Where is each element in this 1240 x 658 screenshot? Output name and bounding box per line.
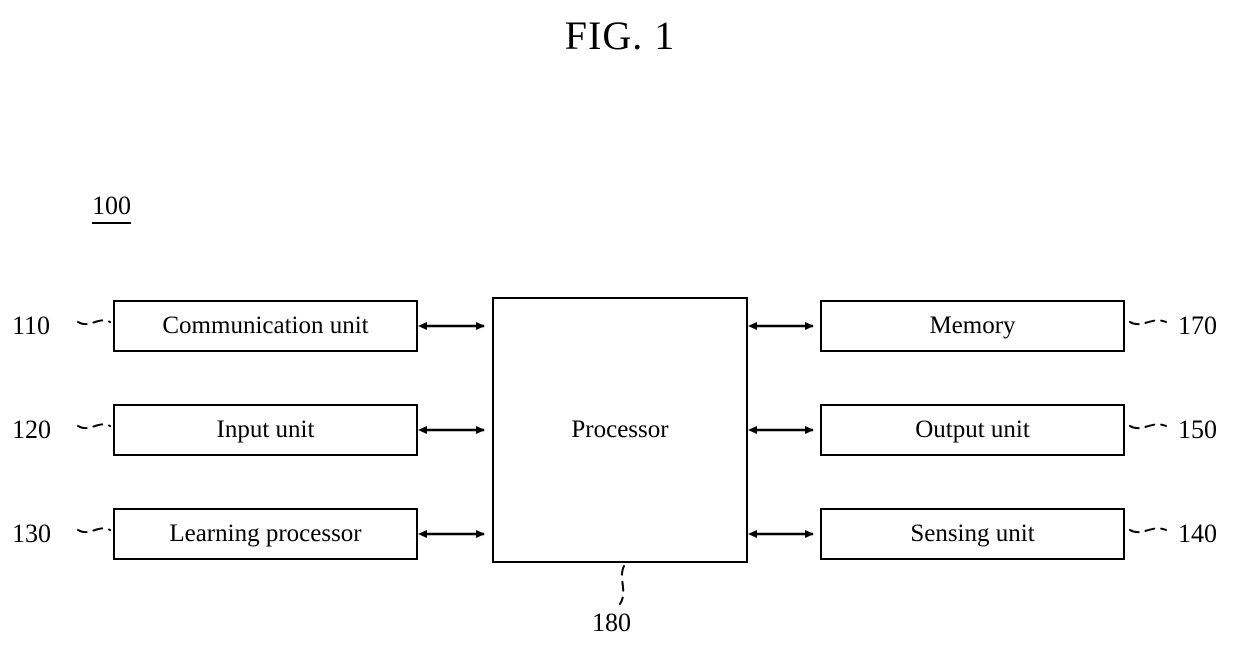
figure-title: FIG. 1: [564, 13, 676, 58]
block-processor: Processor: [492, 297, 748, 563]
reference-numeral-120: 120: [12, 415, 51, 444]
reference-numeral-150: 150: [1178, 415, 1217, 444]
block-label-sensing-unit: Sensing unit: [910, 520, 1035, 547]
reference-numeral-170: 170: [1178, 311, 1217, 340]
leader-line-170: [1129, 319, 1167, 326]
block-label-memory: Memory: [929, 312, 1016, 339]
block-learning-processor: Learning processor: [113, 508, 418, 560]
block-label-input-unit: Input unit: [216, 416, 315, 443]
block-communication-unit: Communication unit: [113, 300, 418, 352]
reference-numeral-180: 180: [592, 608, 631, 637]
block-label-learning-processor: Learning processor: [169, 520, 362, 547]
leader-line-140: [1129, 527, 1167, 534]
leader-line-180: [619, 565, 625, 605]
reference-numeral-110: 110: [12, 311, 51, 340]
reference-numeral-130: 130: [12, 519, 51, 548]
block-input-unit: Input unit: [113, 404, 418, 456]
reference-numeral-140: 140: [1178, 519, 1217, 548]
system-reference-label: 100: [92, 191, 131, 224]
leader-line-110: [77, 319, 111, 326]
block-sensing-unit: Sensing unit: [820, 508, 1125, 560]
block-output-unit: Output unit: [820, 404, 1125, 456]
leader-line-130: [77, 527, 111, 534]
block-label-output-unit: Output unit: [915, 416, 1030, 443]
block-memory: Memory: [820, 300, 1125, 352]
block-label-processor: Processor: [571, 416, 669, 443]
block-label-communication-unit: Communication unit: [162, 312, 369, 339]
leader-line-120: [77, 423, 111, 430]
patent-figure: FIG. 1 100 Communication unit Input unit…: [0, 0, 1240, 658]
leader-line-150: [1129, 423, 1167, 430]
